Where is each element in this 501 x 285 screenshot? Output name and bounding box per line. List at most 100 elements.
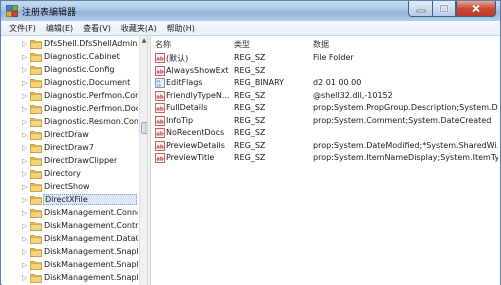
string-value-icon: ab [155,65,165,76]
value-type: REG_SZ [234,65,266,75]
expand-arrow-icon[interactable]: ▷ [22,196,30,204]
expand-arrow-icon[interactable]: ▷ [22,118,30,126]
value-row[interactable]: ab NoRecentDocs REG_SZ [151,127,500,140]
menu-view[interactable]: 查看(V) [78,23,116,34]
tree-item[interactable]: ▷ DiskManagement.SnapIr [2,272,138,285]
value-name: FriendlyTypeN... [166,90,230,100]
tree-item[interactable]: ▷ DirectDraw [2,129,138,142]
value-row[interactable]: ab FullDetails REG_SZ prop:System.PropGroup… [151,102,500,115]
expand-arrow-icon[interactable]: ▷ [22,66,30,74]
string-value-icon: ab [155,153,165,163]
value-row[interactable]: ab AlwaysShowExt REG_SZ [151,65,500,78]
menu-edit[interactable]: 编辑(E) [41,23,78,34]
tree-item[interactable]: ▷ Diagnostic.Cabinet [2,51,138,64]
expand-arrow-icon[interactable]: ▷ [22,92,30,100]
folder-icon [30,118,42,127]
tree-item[interactable]: ▷ Diagnostic.Perfmon.Docu [2,103,138,116]
folder-icon [30,53,42,62]
expand-arrow-icon[interactable]: ▷ [22,157,30,165]
tree-item[interactable]: ▷ DiskManagement.SnapIr [2,246,138,259]
tree-item-label: DirectDrawClipper [44,156,118,165]
value-name: InfoTip [166,115,194,125]
string-value-icon: ab [155,128,165,138]
value-row[interactable]: ab InfoTip REG_SZ prop:System.Comment;Syste… [151,115,500,128]
string-value-icon: ab [155,103,165,113]
tree-item[interactable]: ▷ DirectDraw7 [2,142,138,155]
tree-item[interactable]: ▷ DirectShow [2,181,138,194]
string-value-icon: ab [155,90,165,101]
column-header-type[interactable]: 类型 [234,39,250,50]
expand-arrow-icon[interactable]: ▷ [22,248,30,256]
tree-item[interactable]: ▷ DfsShell.DfsShellAdmin.1 [2,38,138,51]
tree-item[interactable]: ▷ DiskManagement.SnapIr [2,259,138,272]
title-bar[interactable]: 注册表编辑器 [1,1,500,21]
tree-item[interactable]: ▷ DirectXFile [2,194,138,207]
folder-icon [30,235,42,244]
value-type: REG_SZ [234,153,266,162]
expand-arrow-icon[interactable]: ▷ [22,79,30,87]
expand-arrow-icon[interactable]: ▷ [22,170,30,178]
tree-item[interactable]: ▷ Directory [2,168,138,181]
tree-item-label: Diagnostic.Cabinet [44,52,120,61]
expand-arrow-icon[interactable]: ▷ [22,183,30,191]
tree-item[interactable]: ▷ Diagnostic.Document [2,77,138,90]
value-row[interactable]: 01 10 EditFlags REG_BINARY d2 01 00 00 [151,77,500,90]
value-name: NoRecentDocs [166,128,225,137]
binary-value-icon: 0110 [155,78,165,88]
tree-item-label: Diagnostic.Perfmon.Docu [44,104,138,113]
folder-icon [30,144,42,153]
expand-arrow-icon[interactable]: ▷ [22,274,30,282]
tree-item[interactable]: ▷ Diagnostic.Config [2,64,138,77]
menu-favorites[interactable]: 收藏夹(A) [116,23,162,34]
window-title: 注册表编辑器 [22,8,77,18]
tree-item-label: DiskManagement.Contro [44,221,138,230]
value-data: @shell32.dll,-10152 [313,90,393,100]
expand-arrow-icon[interactable]: ▷ [22,235,30,243]
minimize-button[interactable] [408,1,432,17]
tree-item[interactable]: ▷ DiskManagement.DataO [2,233,138,246]
tree-item-label: DfsShell.DfsShellAdmin.1 [44,39,138,48]
key-tree: ▷ DfsShell.DfsShellAdmin.1 ▷ Diagnostic.Cab… [2,36,147,285]
folder-icon [30,92,42,101]
maximize-button[interactable] [432,1,456,17]
value-name: EditFlags [166,78,203,87]
menu-file[interactable]: 文件(F) [4,23,41,34]
tree-item-label: Diagnostic.Perfmon.Conf [44,91,138,100]
tree-item[interactable]: ▷ DiskManagement.Conne [2,207,138,220]
tree-item-label: Diagnostic.Config [44,65,115,74]
tree-item[interactable]: ▷ Diagnostic.Perfmon.Conf [2,90,138,103]
value-data: prop:System.DateModified;*System.SharedW… [313,140,498,150]
column-header-data[interactable]: 数据 [313,39,329,50]
folder-icon [30,222,42,231]
tree-item-label: DirectShow [44,182,90,191]
value-data: File Folder [313,53,354,62]
folder-icon [30,274,42,283]
value-row[interactable]: ab PreviewDetails REG_SZ prop:System.DateMo… [151,140,500,153]
tree-scrollbar[interactable]: ▲ [139,36,147,285]
value-type: REG_SZ [234,53,266,62]
expand-arrow-icon[interactable]: ▷ [22,105,30,113]
tree-item[interactable]: ▷ DiskManagement.Contro [2,220,138,233]
value-row[interactable]: ab (默认) REG_SZ File Folder [151,52,500,65]
regedit-app-icon [6,5,18,17]
expand-arrow-icon[interactable]: ▷ [22,222,30,230]
folder-icon [30,183,42,192]
tree-item[interactable]: ▷ DirectDrawClipper [2,155,138,168]
close-button[interactable] [456,1,496,17]
scroll-up-icon[interactable]: ▲ [140,36,147,45]
expand-arrow-icon[interactable]: ▷ [22,261,30,269]
value-row[interactable]: ab PreviewTitle REG_SZ prop:System.ItemName… [151,152,500,165]
value-row[interactable]: ab FriendlyTypeN... REG_SZ @shell32.dll,-10… [151,90,500,103]
column-header-name[interactable]: 名称 [155,39,171,50]
maximize-icon [439,4,449,13]
expand-arrow-icon[interactable]: ▷ [22,131,30,139]
expand-arrow-icon[interactable]: ▷ [22,40,30,48]
expand-arrow-icon[interactable]: ▷ [22,53,30,61]
folder-icon [30,209,42,218]
menu-help[interactable]: 帮助(H) [162,23,200,34]
tree-item[interactable]: ▷ Diagnostic.Resmon.Confi [2,116,138,129]
string-value-icon: ab [155,53,165,63]
expand-arrow-icon[interactable]: ▷ [22,209,30,217]
expand-arrow-icon[interactable]: ▷ [22,144,30,152]
tree-item-label: DirectXFile [43,194,137,205]
